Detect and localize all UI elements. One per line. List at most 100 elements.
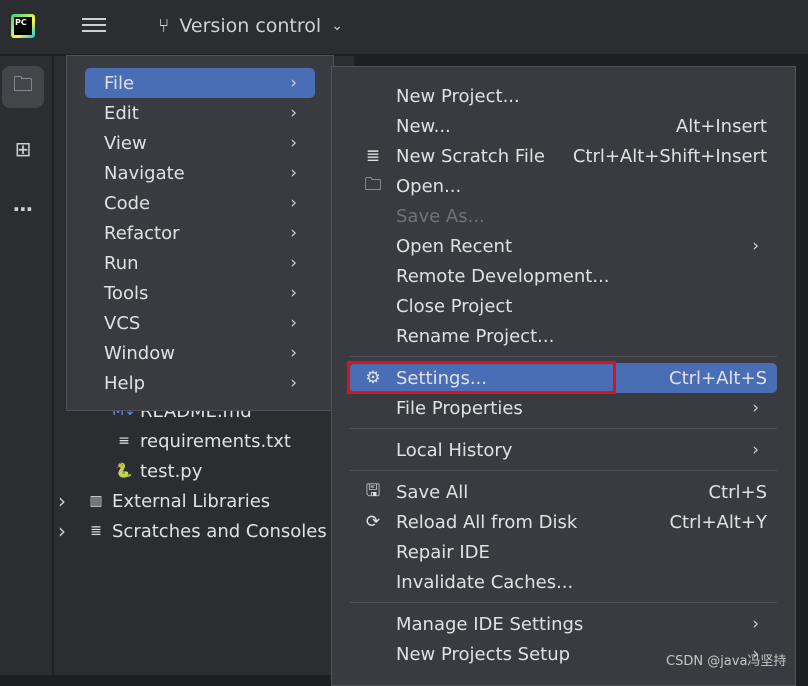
menu-item-save-all[interactable]: 🖫 Save All Ctrl+S xyxy=(350,477,777,507)
chevron-right-icon: › xyxy=(752,614,759,634)
menu-item-window[interactable]: Window › xyxy=(85,338,315,368)
structure-icon[interactable]: ⊞ xyxy=(2,128,44,170)
tree-item[interactable]: › ≣ Scratches and Consoles xyxy=(58,516,327,546)
menu-item-file-properties[interactable]: File Properties › xyxy=(350,393,777,423)
folder-icon[interactable]: 🗀 xyxy=(2,66,44,108)
chevron-right-icon: › xyxy=(290,133,297,153)
menu-item-label: New... xyxy=(396,115,451,137)
watermark: CSDN @java冯坚持 xyxy=(666,654,787,669)
menu-item-manage-ide-settings[interactable]: Manage IDE Settings › xyxy=(350,609,777,639)
chevron-right-icon: › xyxy=(290,163,297,183)
menu-item-label: File xyxy=(104,72,135,94)
menu-item-run[interactable]: Run › xyxy=(85,248,315,278)
menu-item-invalidate-caches[interactable]: Invalidate Caches... xyxy=(350,567,777,597)
menu-item-vcs[interactable]: VCS › xyxy=(85,308,315,338)
menu-item-label: VCS xyxy=(104,312,141,334)
menu-item-new-project[interactable]: New Project... xyxy=(350,81,777,111)
menu-item-label: Manage IDE Settings xyxy=(396,613,584,635)
menu-separator xyxy=(350,602,777,603)
menu-item-reload-all-from-disk[interactable]: ⟳ Reload All from Disk Ctrl+Alt+Y xyxy=(350,507,777,537)
shortcut-label: Ctrl+Alt+S xyxy=(669,367,767,389)
menu-item-label: File Properties xyxy=(396,397,523,419)
menu-item-label: Code xyxy=(104,192,151,214)
menu-item-label: Rename Project... xyxy=(396,325,555,347)
chevron-right-icon: › xyxy=(290,103,297,123)
menu-separator xyxy=(350,470,777,471)
menu-item-file[interactable]: File › xyxy=(85,68,315,98)
menu-separator xyxy=(350,428,777,429)
chevron-right-icon: › xyxy=(290,313,297,333)
menu-item-label: Navigate xyxy=(104,162,185,184)
menu-item-new[interactable]: New... Alt+Insert xyxy=(350,111,777,141)
chevron-down-icon: ⌄ xyxy=(331,18,343,34)
tree-item-label: External Libraries xyxy=(112,490,271,512)
scratch-icon: ≣ xyxy=(90,523,102,539)
menu-item-tools[interactable]: Tools › xyxy=(85,278,315,308)
menu-item-label: Edit xyxy=(104,102,139,124)
menu-item-view[interactable]: View › xyxy=(85,128,315,158)
menu-item-label: Help xyxy=(104,372,146,394)
menu-item-label: Save All xyxy=(396,481,469,503)
menu-item-navigate[interactable]: Navigate › xyxy=(85,158,315,188)
menu-item-label: Run xyxy=(104,252,139,274)
tool-window-bar: 🗀 ⊞ ⋯ xyxy=(0,56,53,675)
folder-icon: 🗀 xyxy=(364,174,382,195)
library-icon: ▥ xyxy=(89,493,103,509)
chevron-right-icon: › xyxy=(290,343,297,363)
reload-icon: ⟳ xyxy=(365,512,381,532)
menu-item-rename-project[interactable]: Rename Project... xyxy=(350,321,777,351)
menu-item-help[interactable]: Help › xyxy=(85,368,315,398)
version-control-dropdown[interactable]: ⑂ Version control ⌄ xyxy=(158,15,343,37)
vcs-label: Version control xyxy=(179,15,322,37)
menu-item-close-project[interactable]: Close Project xyxy=(350,291,777,321)
menu-item-refactor[interactable]: Refactor › xyxy=(85,218,315,248)
main-menu-popup: File › Edit › View › Navigate › Code › Refactor › Ru… xyxy=(66,55,334,411)
menu-separator xyxy=(350,356,777,357)
branch-icon: ⑂ xyxy=(158,15,170,37)
menu-item-open[interactable]: 🗀 Open... xyxy=(350,171,777,201)
menu-item-label: New Project... xyxy=(396,85,520,107)
shortcut-label: Alt+Insert xyxy=(675,115,767,137)
chevron-right-icon: › xyxy=(752,236,759,256)
menu-item-new-scratch-file[interactable]: ≣ New Scratch File Ctrl+Alt+Shift+Insert xyxy=(350,141,777,171)
menu-item-edit[interactable]: Edit › xyxy=(85,98,315,128)
menu-item-open-recent[interactable]: Open Recent › xyxy=(350,231,777,261)
menu-item-label: Close Project xyxy=(396,295,513,317)
menu-item-label: Reload All from Disk xyxy=(396,511,578,533)
save-icon: 🖫 xyxy=(365,480,381,501)
chevron-right-icon: › xyxy=(290,193,297,213)
tree-item-label: Scratches and Consoles xyxy=(112,520,327,542)
shortcut-label: Ctrl+Alt+Shift+Insert xyxy=(572,145,767,167)
tree-item-label: test.py xyxy=(140,460,203,482)
menu-item-label: Repair IDE xyxy=(396,541,490,563)
menu-item-label: Remote Development... xyxy=(396,265,610,287)
pycharm-logo[interactable]: PC xyxy=(11,14,35,38)
chevron-right-icon: › xyxy=(290,253,297,273)
chevron-right-icon: › xyxy=(752,398,759,418)
menu-item-label: Tools xyxy=(104,282,149,304)
menu-item-label: Refactor xyxy=(104,222,180,244)
menu-item-label: Open... xyxy=(396,175,462,197)
main-menu-button[interactable] xyxy=(82,14,106,38)
text-file-icon: ≡ xyxy=(118,433,130,449)
tree-item[interactable]: › ▥ External Libraries xyxy=(58,486,270,516)
menu-item-label: Save As... xyxy=(396,205,485,227)
more-icon[interactable]: ⋯ xyxy=(2,188,44,230)
tree-item[interactable]: ≡ requirements.txt xyxy=(112,426,291,456)
shortcut-label: Ctrl+Alt+Y xyxy=(669,511,767,533)
chevron-right-icon: › xyxy=(290,373,297,393)
tree-item[interactable]: 🐍 test.py xyxy=(112,456,202,486)
menu-item-label: Local History xyxy=(396,439,513,461)
menu-item-code[interactable]: Code › xyxy=(85,188,315,218)
menu-item-save-as: Save As... xyxy=(350,201,777,231)
chevron-right-icon: › xyxy=(290,283,297,303)
chevron-right-icon[interactable]: › xyxy=(58,519,84,543)
menu-item-label: Window xyxy=(104,342,175,364)
menu-item-repair-ide[interactable]: Repair IDE xyxy=(350,537,777,567)
chevron-right-icon: › xyxy=(290,223,297,243)
chevron-right-icon[interactable]: › xyxy=(58,489,84,513)
shortcut-label: Ctrl+S xyxy=(708,481,767,503)
menu-item-remote-development[interactable]: Remote Development... xyxy=(350,261,777,291)
menu-item-local-history[interactable]: Local History › xyxy=(350,435,777,465)
scratch-file-icon: ≣ xyxy=(365,146,381,166)
